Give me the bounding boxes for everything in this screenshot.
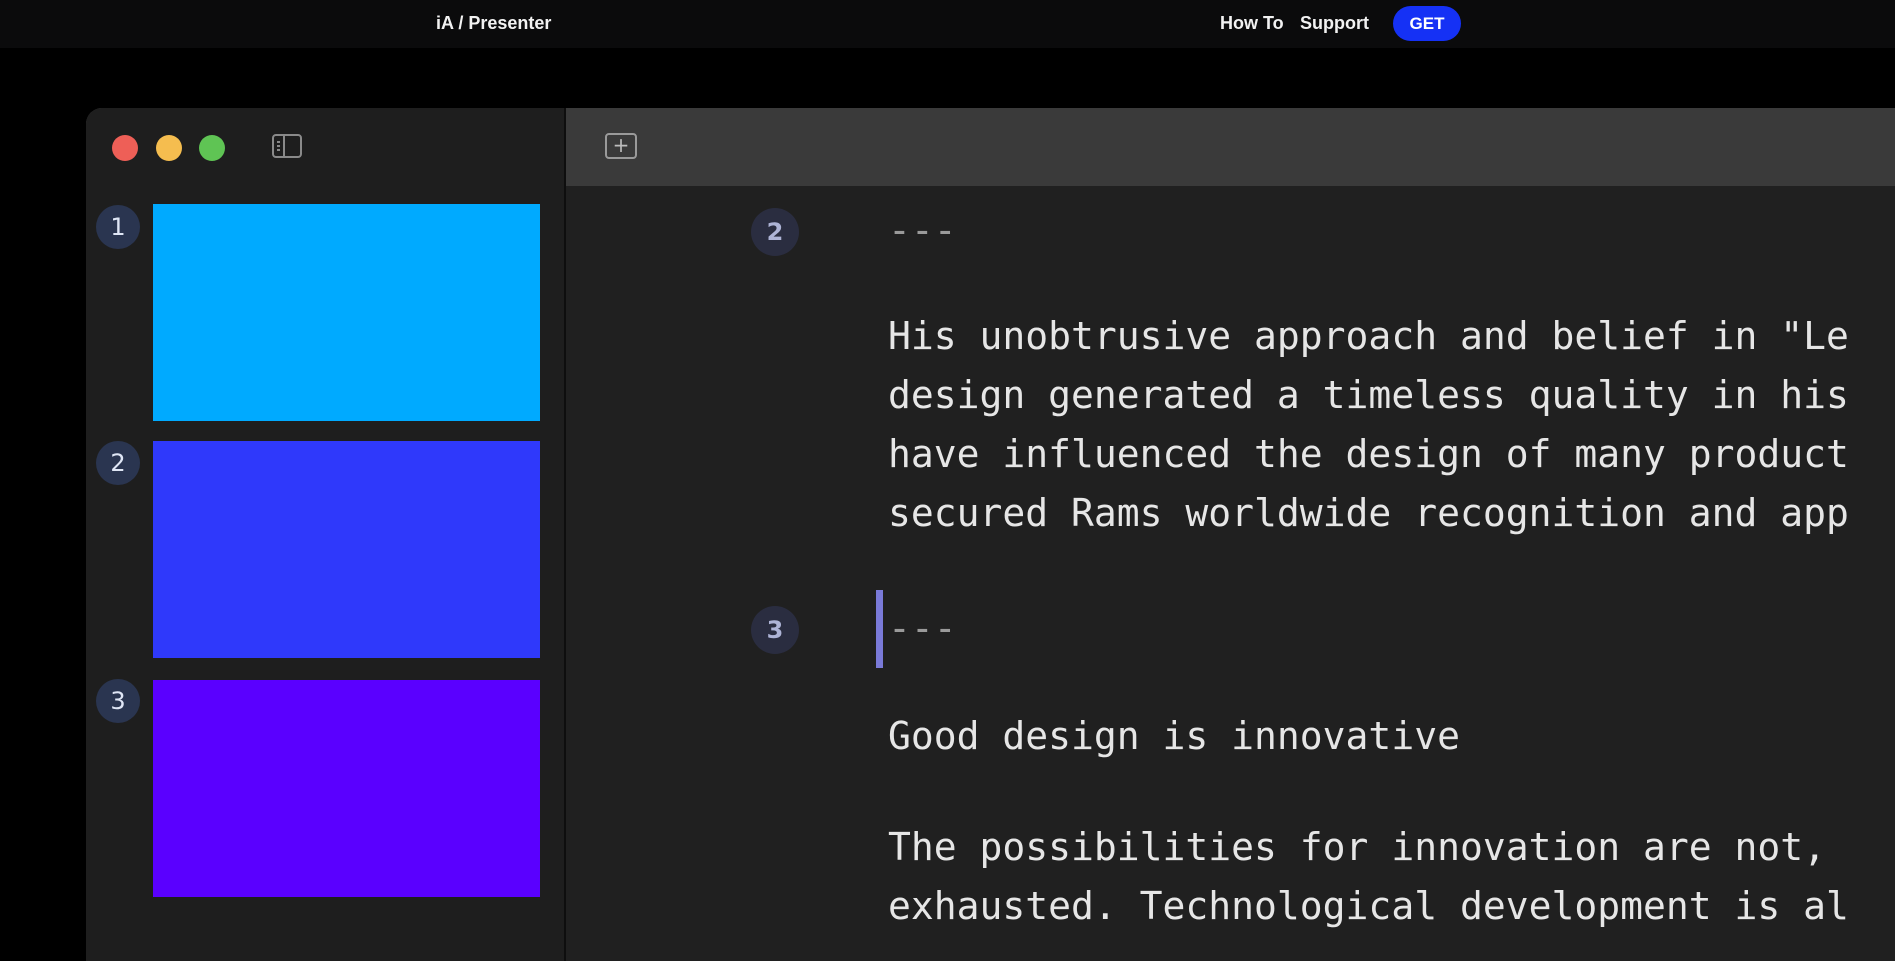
- slide-heading: Good design is innovative: [888, 714, 1460, 758]
- body-text-line: have influenced the design of many produ…: [888, 432, 1849, 476]
- text-cursor: [876, 590, 883, 668]
- minimize-window-button[interactable]: [156, 135, 182, 161]
- body-text-line: design generated a timeless quality in h…: [888, 373, 1849, 417]
- brand-logo[interactable]: iA / Presenter: [436, 13, 551, 34]
- body-text-line: His unobtrusive approach and belief in "…: [888, 314, 1849, 358]
- slide-number-badge: 2: [96, 441, 140, 485]
- slide-number-badge: 1: [96, 205, 140, 249]
- slide-marker-3[interactable]: 3: [751, 606, 799, 654]
- slide-thumbnail-2[interactable]: [153, 441, 540, 658]
- zoom-window-button[interactable]: [199, 135, 225, 161]
- slide-number-badge: 3: [96, 679, 140, 723]
- add-slide-icon[interactable]: +: [605, 133, 637, 159]
- body-text-line: The possibilities for innovation are not…: [888, 825, 1826, 869]
- slides-sidebar: 1 2 3: [86, 108, 566, 961]
- close-window-button[interactable]: [112, 135, 138, 161]
- slide-separator: ---: [888, 606, 957, 650]
- sidebar-toggle-icon[interactable]: [272, 134, 302, 158]
- body-text-line: exhausted. Technological development is …: [888, 884, 1849, 928]
- slide-thumbnail-3[interactable]: [153, 680, 540, 897]
- app-window: 1 2 3 + 2 --- His unobtrusive approach a…: [86, 108, 1895, 961]
- slide-marker-2[interactable]: 2: [751, 208, 799, 256]
- body-text-line: secured Rams worldwide recognition and a…: [888, 491, 1849, 535]
- editor-toolbar: +: [566, 108, 1895, 186]
- top-nav: iA / Presenter How To Support GET: [0, 0, 1895, 48]
- nav-how-to-link[interactable]: How To: [1220, 13, 1284, 34]
- slide-separator: ---: [888, 208, 957, 252]
- slide-thumbnail-1[interactable]: [153, 204, 540, 421]
- get-button[interactable]: GET: [1393, 6, 1461, 41]
- nav-support-link[interactable]: Support: [1300, 13, 1369, 34]
